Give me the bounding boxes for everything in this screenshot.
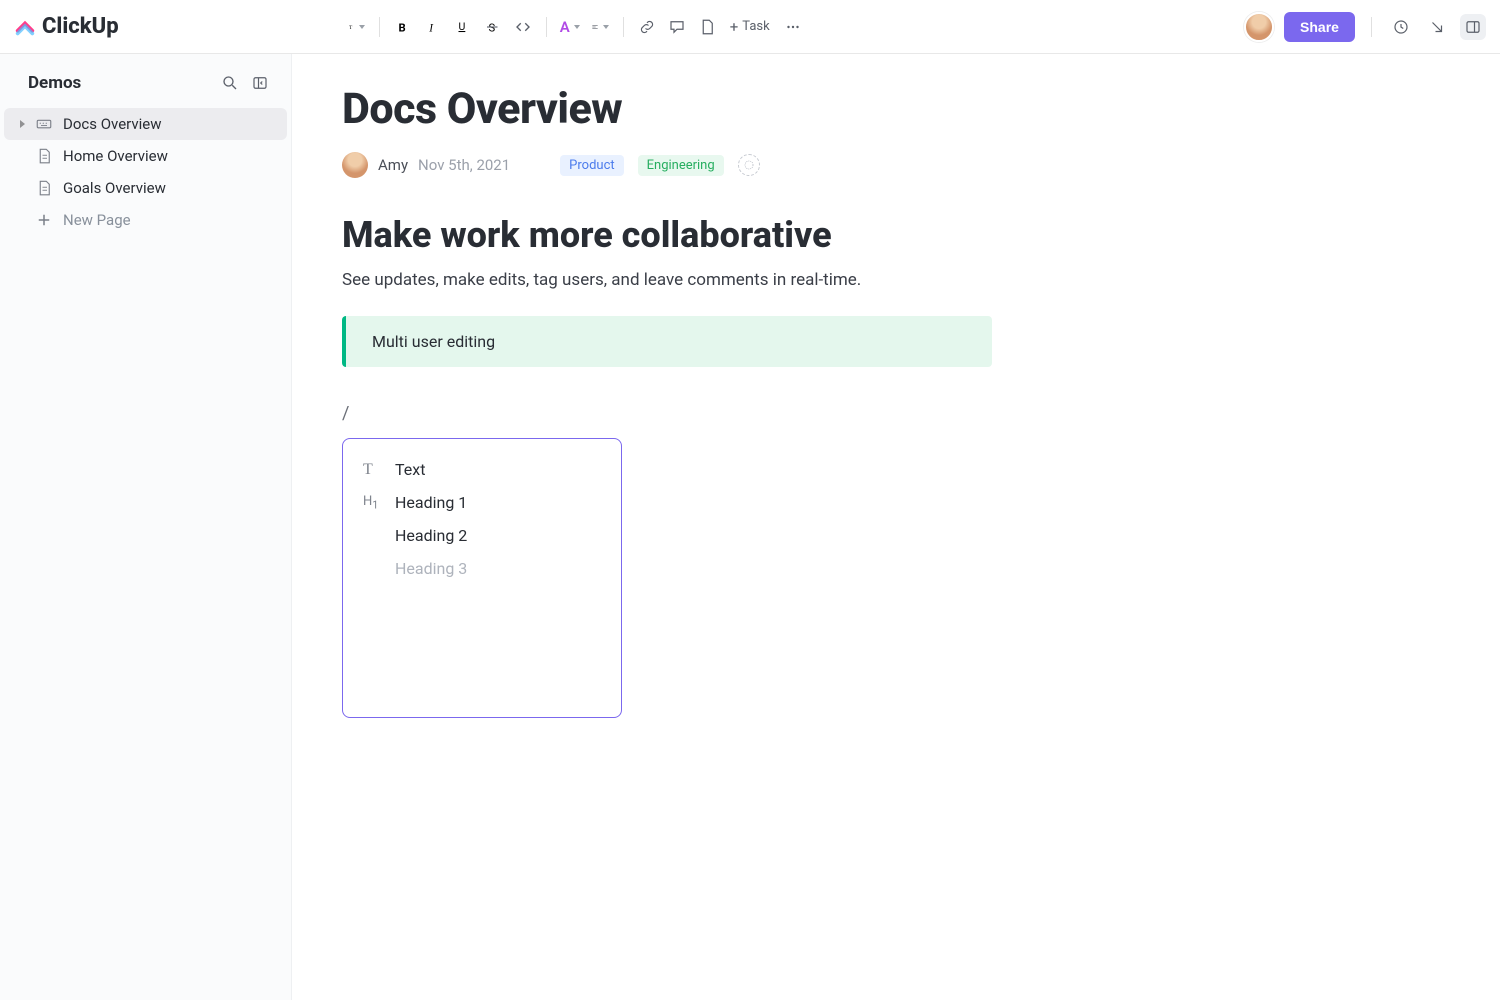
separator (1371, 17, 1372, 37)
cmd-heading-2[interactable]: Heading 2 (351, 519, 613, 552)
logo-icon (14, 16, 36, 38)
svg-text:B: B (398, 21, 405, 34)
text-icon: T (363, 461, 381, 479)
comment-button[interactable] (664, 14, 690, 40)
slash-command-menu: T Text H1 Heading 1 Heading 2 Heading 3 (342, 438, 622, 718)
cmd-text[interactable]: T Text (351, 453, 613, 486)
link-button[interactable] (634, 14, 660, 40)
bold-button[interactable]: B (390, 14, 416, 40)
cmd-heading-1[interactable]: H1 Heading 1 (351, 486, 613, 519)
user-avatar[interactable] (1244, 12, 1274, 42)
separator (546, 17, 547, 37)
sidebar-item-label: Docs Overview (63, 115, 162, 133)
body-text[interactable]: See updates, make edits, tag users, and … (342, 270, 1440, 290)
sidebar-item-label: Home Overview (63, 147, 168, 165)
strikethrough-button[interactable]: S (480, 14, 506, 40)
underline-button[interactable]: U (450, 14, 476, 40)
panel-toggle-button[interactable] (1460, 14, 1486, 40)
sidebar-title: Demos (28, 73, 211, 93)
author-name: Amy (378, 156, 408, 174)
sidebar-item-label: New Page (63, 211, 131, 229)
svg-text:S: S (488, 21, 495, 34)
h1-icon: H1 (363, 494, 381, 512)
topbar-right: Share (1244, 12, 1486, 42)
separator (379, 17, 380, 37)
cmd-label: Heading 2 (395, 526, 467, 545)
tag-engineering[interactable]: Engineering (638, 155, 724, 176)
page-button[interactable] (694, 14, 720, 40)
sidebar-new-page[interactable]: New Page (4, 204, 287, 236)
sidebar-item-goals-overview[interactable]: Goals Overview (4, 172, 287, 204)
plus-icon (35, 211, 53, 229)
history-button[interactable] (1388, 14, 1414, 40)
doc-date: Nov 5th, 2021 (418, 156, 510, 174)
sidebar-item-docs-overview[interactable]: Docs Overview (4, 108, 287, 140)
add-tag-button[interactable] (738, 154, 760, 176)
logo[interactable]: ClickUp (14, 14, 119, 39)
doc-icon (35, 147, 53, 165)
cmd-label: Heading 3 (395, 559, 467, 578)
text-style-dropdown[interactable]: T (343, 14, 369, 40)
collapse-sidebar-icon[interactable] (249, 72, 271, 94)
sidebar-item-label: Goals Overview (63, 179, 166, 197)
task-label: Task (742, 19, 769, 34)
sidebar: Demos Docs Overview Home Overview Goals … (0, 54, 292, 1000)
doc-meta: Amy Nov 5th, 2021 Product Engineering (342, 152, 1440, 178)
callout-block[interactable]: Multi user editing (342, 316, 992, 367)
search-icon[interactable] (219, 72, 241, 94)
more-button[interactable] (780, 14, 806, 40)
page-title[interactable]: Docs Overview (342, 84, 1440, 134)
sidebar-item-home-overview[interactable]: Home Overview (4, 140, 287, 172)
svg-text:T: T (349, 25, 353, 31)
format-toolbar: T B I U S A +Task (343, 14, 806, 40)
cmd-heading-3[interactable]: Heading 3 (351, 552, 613, 585)
document-editor[interactable]: Docs Overview Amy Nov 5th, 2021 Product … (292, 54, 1500, 1000)
logo-text: ClickUp (42, 14, 119, 39)
heading-text[interactable]: Make work more collaborative (342, 214, 1440, 256)
code-button[interactable] (510, 14, 536, 40)
align-dropdown[interactable] (587, 14, 613, 40)
doc-icon (35, 179, 53, 197)
separator (623, 17, 624, 37)
author-avatar[interactable] (342, 152, 368, 178)
cmd-label: Text (395, 460, 425, 479)
keyboard-icon (35, 115, 53, 133)
share-button[interactable]: Share (1284, 12, 1355, 42)
topbar: ClickUp T B I U S A +Task Share (0, 0, 1500, 54)
expand-icon (20, 120, 25, 128)
slash-command-trigger[interactable]: / (342, 403, 1440, 424)
svg-text:I: I (428, 22, 434, 34)
text-color-dropdown[interactable]: A (557, 14, 583, 40)
italic-button[interactable]: I (420, 14, 446, 40)
tag-product[interactable]: Product (560, 155, 623, 176)
svg-text:U: U (458, 20, 465, 33)
export-button[interactable] (1424, 14, 1450, 40)
add-task-button[interactable]: +Task (724, 14, 776, 40)
cmd-label: Heading 1 (395, 493, 467, 512)
